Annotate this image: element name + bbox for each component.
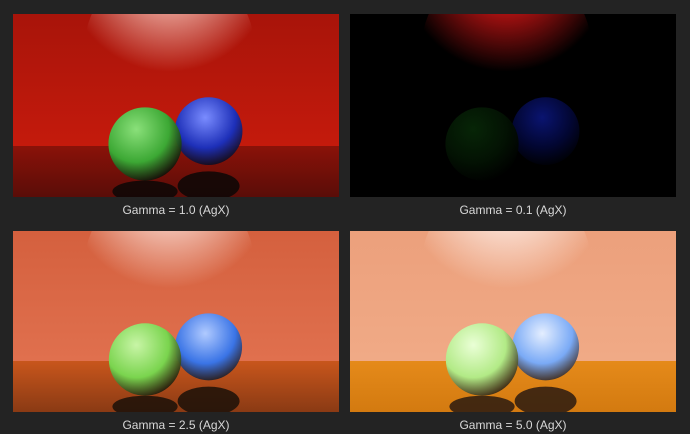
blue-ball	[511, 97, 580, 165]
green-ball	[445, 107, 519, 181]
panel-gamma-5-0: Gamma = 5.0 (AgX)	[350, 231, 676, 434]
panel-gamma-1-0: Gamma = 1.0 (AgX)	[13, 14, 339, 223]
render-image	[13, 14, 339, 197]
render-image	[350, 231, 676, 412]
panel-caption: Gamma = 2.5 (AgX)	[122, 418, 230, 432]
green-ball	[445, 323, 519, 396]
blue-ball	[512, 313, 580, 381]
render-image	[350, 14, 676, 197]
panel-gamma-0-1: Gamma = 0.1 (AgX)	[350, 14, 676, 223]
render-image	[13, 231, 339, 412]
render-comparison-grid: Gamma = 1.0 (AgX) Gamma = 0.1 (AgX) Gamm…	[0, 0, 690, 434]
panel-gamma-2-5: Gamma = 2.5 (AgX)	[13, 231, 339, 434]
panel-caption: Gamma = 5.0 (AgX)	[459, 418, 567, 432]
green-ball	[108, 323, 182, 396]
panel-caption: Gamma = 0.1 (AgX)	[459, 203, 567, 217]
blue-ball	[175, 313, 243, 381]
panel-caption: Gamma = 1.0 (AgX)	[122, 203, 230, 217]
blue-ball	[174, 97, 243, 165]
green-ball	[108, 107, 182, 181]
